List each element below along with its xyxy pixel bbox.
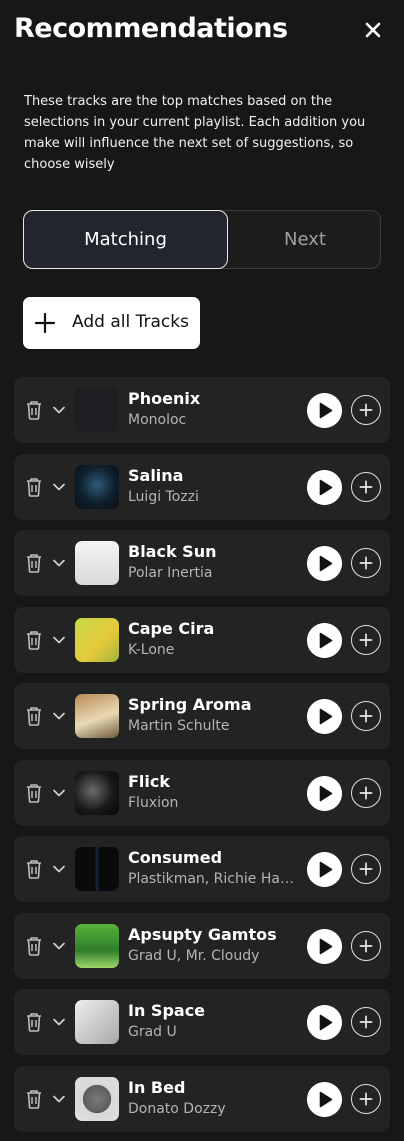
- album-art: [75, 847, 119, 891]
- album-art: [75, 770, 119, 815]
- tab-next[interactable]: Next: [228, 210, 382, 269]
- description-text: These tracks are the top matches based o…: [24, 94, 366, 172]
- add-track-icon[interactable]: [351, 701, 381, 731]
- chevron-down-icon[interactable]: [52, 405, 66, 415]
- play-icon[interactable]: [307, 622, 342, 658]
- album-art: [75, 923, 119, 968]
- chevron-down-icon[interactable]: [52, 788, 66, 798]
- plus-icon: [34, 312, 56, 334]
- add-track-icon[interactable]: [351, 548, 381, 578]
- track-artist: Polar Inertia: [128, 565, 213, 581]
- add-track-icon[interactable]: [351, 471, 381, 502]
- track-artist: Luigi Tozzi: [128, 488, 199, 505]
- play-icon[interactable]: [307, 546, 342, 581]
- page-title: Recommendations: [14, 13, 288, 44]
- track-artist: Grad U: [128, 1024, 177, 1040]
- track-row[interactable]: Consumed Plastikman, Richie Hawtin: [14, 836, 390, 902]
- album-art: [75, 541, 119, 585]
- add-all-tracks-label: Add all Tracks: [72, 312, 189, 332]
- track-row[interactable]: Salina Luigi Tozzi: [14, 453, 390, 520]
- album-art: [75, 694, 119, 738]
- track-title: In Bed: [128, 1077, 186, 1097]
- track-title: Apsupty Gamtos: [128, 924, 277, 944]
- add-track-icon[interactable]: [351, 395, 381, 425]
- play-icon[interactable]: [307, 928, 342, 964]
- chevron-down-icon[interactable]: [52, 711, 66, 721]
- track-row[interactable]: Black Sun Polar Inertia: [14, 530, 390, 596]
- track-artist: K-Lone: [128, 641, 175, 658]
- track-row[interactable]: Cape Cira K-Lone: [14, 606, 390, 673]
- track-row[interactable]: Flick Fluxion: [14, 759, 390, 826]
- trash-icon[interactable]: [24, 935, 44, 957]
- chevron-down-icon[interactable]: [52, 1094, 66, 1104]
- add-track-icon[interactable]: [351, 1007, 381, 1037]
- track-title: Cape Cira: [128, 618, 215, 638]
- play-icon[interactable]: [307, 1081, 342, 1117]
- trash-icon[interactable]: [24, 629, 44, 651]
- add-all-tracks-button[interactable]: Add all Tracks: [23, 297, 200, 349]
- trash-icon[interactable]: [24, 858, 44, 880]
- track-title: Spring Aroma: [128, 695, 252, 714]
- play-icon[interactable]: [307, 393, 342, 428]
- track-title: Consumed: [128, 848, 223, 867]
- trash-icon[interactable]: [24, 1088, 44, 1110]
- chevron-down-icon[interactable]: [52, 1017, 66, 1027]
- trash-icon[interactable]: [24, 476, 44, 498]
- add-track-icon[interactable]: [351, 624, 381, 655]
- tab-switcher: Matching Next: [23, 210, 381, 269]
- trash-icon[interactable]: [24, 705, 44, 727]
- track-title: Salina: [128, 465, 184, 485]
- chevron-down-icon[interactable]: [52, 864, 66, 874]
- album-art: [75, 1000, 119, 1044]
- trash-icon[interactable]: [24, 782, 44, 804]
- track-artist: Donato Dozzy: [128, 1100, 226, 1117]
- track-row[interactable]: In Space Grad U: [14, 989, 390, 1055]
- track-title: Black Sun: [128, 542, 217, 561]
- add-track-icon[interactable]: [351, 930, 381, 961]
- play-icon[interactable]: [307, 699, 342, 734]
- add-track-icon[interactable]: [351, 777, 381, 808]
- trash-icon[interactable]: [24, 552, 44, 574]
- tab-matching[interactable]: Matching: [23, 210, 228, 269]
- track-artist: Martin Schulte: [128, 718, 230, 734]
- trash-icon[interactable]: [24, 1011, 44, 1033]
- track-title: Flick: [128, 771, 171, 791]
- track-title: In Space: [128, 1001, 206, 1020]
- album-art: [75, 464, 119, 509]
- track-row[interactable]: Apsupty Gamtos Grad U, Mr. Cloudy: [14, 912, 390, 979]
- chevron-down-icon[interactable]: [52, 558, 66, 568]
- track-artist: Grad U, Mr. Cloudy: [128, 947, 260, 964]
- trash-icon[interactable]: [24, 399, 44, 421]
- close-icon[interactable]: [360, 17, 386, 43]
- track-title: Phoenix: [128, 389, 201, 408]
- album-art: [75, 617, 119, 662]
- track-artist: Plastikman, Richie Hawtin: [128, 871, 298, 887]
- chevron-down-icon[interactable]: [52, 941, 66, 951]
- track-row[interactable]: Phoenix Monoloc: [14, 377, 390, 443]
- play-icon[interactable]: [307, 469, 342, 505]
- track-row[interactable]: Spring Aroma Martin Schulte: [14, 683, 390, 749]
- album-art: [75, 388, 119, 432]
- chevron-down-icon[interactable]: [52, 635, 66, 645]
- play-icon[interactable]: [307, 852, 342, 887]
- add-track-icon[interactable]: [351, 1083, 381, 1114]
- add-track-icon[interactable]: [351, 854, 381, 884]
- play-icon[interactable]: [307, 775, 342, 811]
- track-row[interactable]: In Bed Donato Dozzy: [14, 1065, 390, 1132]
- panel-header: Recommendations: [0, 0, 404, 62]
- chevron-down-icon[interactable]: [52, 482, 66, 492]
- track-artist: Fluxion: [128, 794, 179, 811]
- track-artist: Monoloc: [128, 412, 187, 428]
- play-icon[interactable]: [307, 1005, 342, 1040]
- album-art: [75, 1076, 119, 1121]
